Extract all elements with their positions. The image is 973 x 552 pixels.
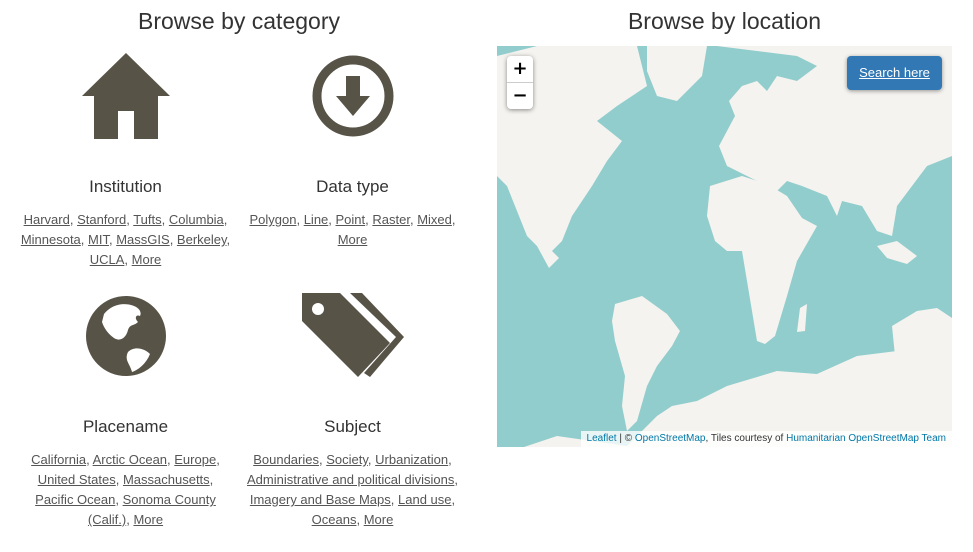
category-link[interactable]: Land use: [398, 492, 452, 507]
category-link[interactable]: MIT: [88, 232, 109, 247]
category-link[interactable]: Tufts: [133, 212, 161, 227]
category-link[interactable]: More: [133, 512, 163, 527]
browse-by-location-heading: Browse by location: [627, 8, 822, 34]
category-link[interactable]: Mixed: [417, 212, 452, 227]
globe-icon[interactable]: [13, 288, 238, 384]
world-map-tiles[interactable]: [497, 46, 952, 447]
category-link[interactable]: California: [31, 452, 86, 467]
attribution-tiles-text: , Tiles courtesy of: [705, 433, 787, 444]
tags-icon[interactable]: [240, 288, 465, 384]
category-links: Harvard, Stanford, Tufts, Columbia, Minn…: [20, 212, 231, 267]
category-link[interactable]: United States: [38, 472, 116, 487]
download-circle-icon[interactable]: [240, 48, 465, 144]
category-link[interactable]: Society: [326, 452, 368, 467]
category-link[interactable]: Line: [304, 212, 329, 227]
category-links: Boundaries, Society, Urbanization, Admin…: [247, 452, 458, 527]
category-link[interactable]: Polygon: [249, 212, 296, 227]
category-data-type: Data type Polygon, Line, Point, Raster, …: [240, 48, 465, 247]
map-attribution: Leaflet | © OpenStreetMap, Tiles courtes…: [580, 431, 952, 447]
category-link[interactable]: Arctic Ocean: [93, 452, 167, 467]
category-title: Institution: [89, 177, 162, 196]
category-link[interactable]: Columbia: [169, 212, 224, 227]
search-here-button[interactable]: Search here: [847, 56, 942, 90]
category-link[interactable]: Urbanization: [375, 452, 448, 467]
category-link[interactable]: Boundaries: [253, 452, 319, 467]
category-link[interactable]: More: [338, 232, 368, 247]
category-subject: Subject Boundaries, Society, Urbanizatio…: [240, 288, 465, 527]
category-link[interactable]: Stanford: [77, 212, 126, 227]
category-link[interactable]: Oceans: [312, 512, 357, 527]
category-link[interactable]: Pacific Ocean: [35, 492, 115, 507]
attribution-separator: | ©: [616, 433, 635, 444]
category-link[interactable]: UCLA: [90, 252, 125, 267]
home-icon[interactable]: [13, 48, 238, 144]
category-title: Placename: [82, 417, 169, 436]
category-link[interactable]: Berkeley: [177, 232, 227, 247]
category-link[interactable]: Europe: [174, 452, 216, 467]
category-link[interactable]: More: [132, 252, 162, 267]
category-link[interactable]: Point: [336, 212, 366, 227]
category-link[interactable]: MassGIS: [116, 232, 169, 247]
zoom-control: + −: [507, 56, 533, 109]
category-link[interactable]: Harvard: [24, 212, 70, 227]
category-link[interactable]: Imagery and Base Maps: [250, 492, 391, 507]
category-title: Subject: [324, 417, 381, 436]
openstreetmap-link[interactable]: OpenStreetMap: [635, 433, 706, 444]
category-links: California, Arctic Ocean, Europe, United…: [31, 452, 220, 527]
category-links: Polygon, Line, Point, Raster, Mixed, Mor…: [249, 212, 456, 247]
category-link[interactable]: Massachusetts: [123, 472, 210, 487]
category-placename: Placename California, Arctic Ocean, Euro…: [13, 288, 238, 527]
hot-link[interactable]: Humanitarian OpenStreetMap Team: [786, 433, 946, 444]
category-institution: Institution Harvard, Stanford, Tufts, Co…: [13, 48, 238, 267]
category-link[interactable]: More: [364, 512, 394, 527]
leaflet-link[interactable]: Leaflet: [587, 433, 617, 444]
category-link[interactable]: Administrative and political divisions: [247, 472, 454, 487]
category-link[interactable]: Minnesota: [21, 232, 81, 247]
category-link[interactable]: Raster: [372, 212, 410, 227]
browse-by-category-heading: Browse by category: [138, 8, 340, 34]
zoom-out-button[interactable]: −: [507, 83, 533, 109]
category-title: Data type: [316, 177, 389, 196]
zoom-in-button[interactable]: +: [507, 56, 533, 83]
location-map[interactable]: + − Search here Leaflet | © OpenStreetMa…: [497, 46, 952, 447]
